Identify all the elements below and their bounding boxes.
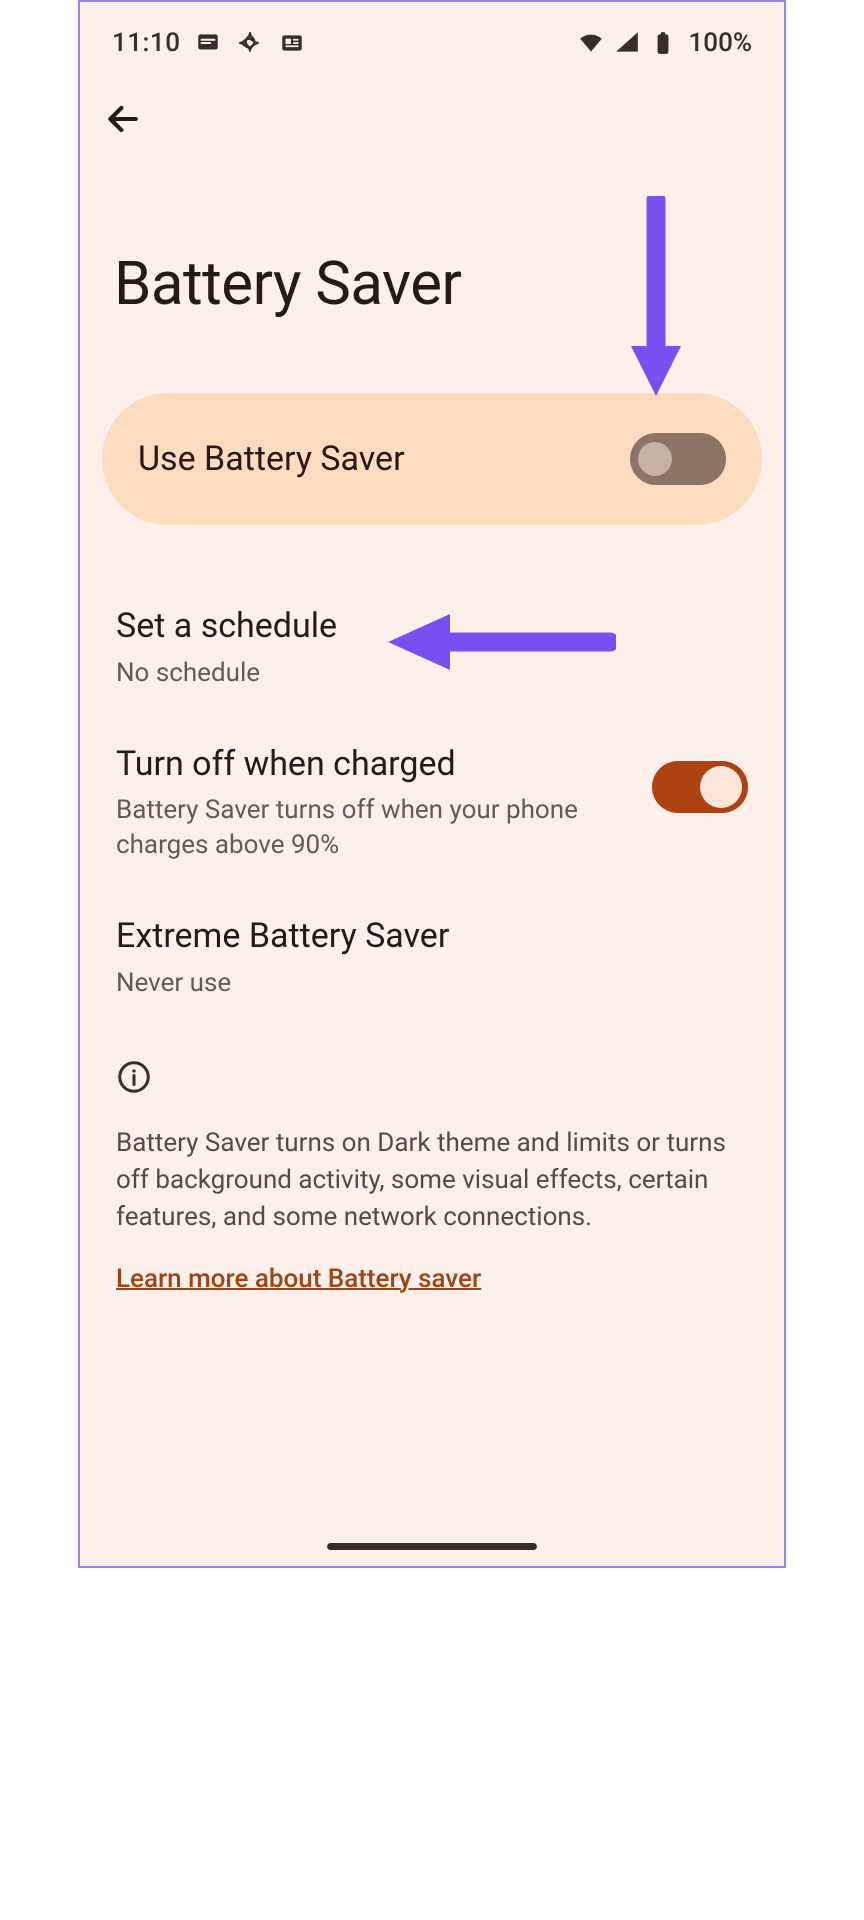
- wifi-icon: [577, 29, 605, 57]
- news-icon: [278, 29, 306, 57]
- toggle-knob: [638, 442, 672, 476]
- back-button[interactable]: [98, 94, 148, 144]
- set-schedule-subtitle: No schedule: [116, 656, 748, 691]
- status-bar: 11:10 100%: [80, 2, 784, 66]
- cell-signal-icon: [613, 29, 641, 57]
- info-icon: [116, 1059, 152, 1095]
- extreme-subtitle: Never use: [116, 966, 748, 1001]
- use-battery-saver-toggle[interactable]: [630, 433, 726, 485]
- screen: 11:10 100%: [78, 0, 786, 1568]
- turn-off-subtitle: Battery Saver turns off when your phone …: [116, 793, 628, 863]
- set-schedule-row[interactable]: Set a schedule No schedule: [116, 581, 748, 719]
- appbar: [80, 66, 784, 144]
- status-time: 11:10: [112, 28, 180, 58]
- toggle-knob: [700, 766, 742, 808]
- extreme-battery-saver-row[interactable]: Extreme Battery Saver Never use: [116, 891, 748, 1029]
- status-right-group: 100%: [577, 28, 752, 58]
- messages-icon: [194, 29, 222, 57]
- turn-off-when-charged-row[interactable]: Turn off when charged Battery Saver turn…: [116, 719, 748, 892]
- extreme-title: Extreme Battery Saver: [116, 915, 748, 958]
- info-block: Battery Saver turns on Dark theme and li…: [80, 1029, 784, 1294]
- nav-handle[interactable]: [327, 1543, 537, 1550]
- arrow-left-icon: [104, 100, 142, 138]
- turn-off-title: Turn off when charged: [116, 743, 628, 786]
- use-battery-saver-row[interactable]: Use Battery Saver: [102, 393, 762, 525]
- info-text: Battery Saver turns on Dark theme and li…: [116, 1125, 748, 1236]
- set-schedule-title: Set a schedule: [116, 605, 748, 648]
- battery-percentage: 100%: [689, 28, 752, 58]
- turn-off-toggle[interactable]: [652, 761, 748, 813]
- learn-more-link[interactable]: Learn more about Battery saver: [116, 1264, 481, 1294]
- page-title: Battery Saver: [80, 144, 784, 359]
- use-battery-saver-label: Use Battery Saver: [138, 439, 405, 479]
- info-icon-row: [116, 1059, 748, 1125]
- status-left-group: 11:10: [112, 28, 306, 58]
- settings-list: Set a schedule No schedule Turn off when…: [80, 525, 784, 1029]
- photos-icon: [236, 29, 264, 57]
- battery-icon: [649, 29, 677, 57]
